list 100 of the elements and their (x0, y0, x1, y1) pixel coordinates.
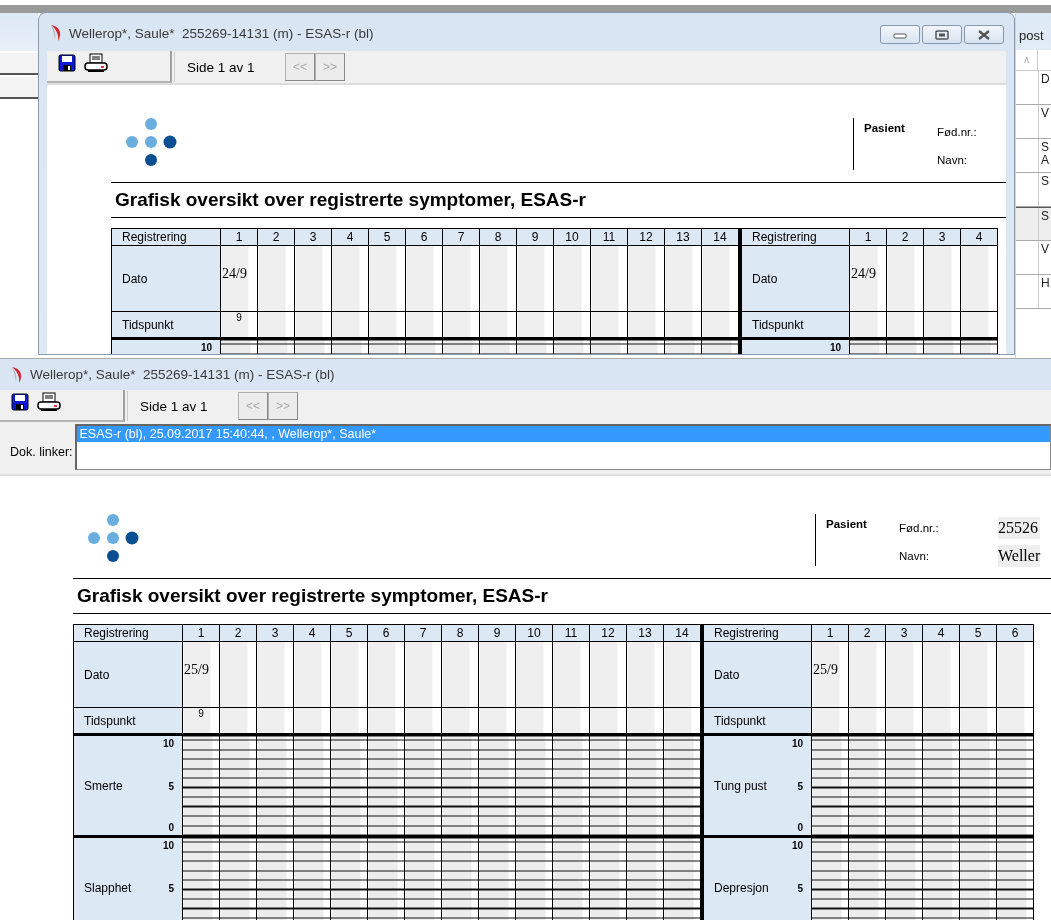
column-header: 1 (849, 228, 887, 246)
field-value: 25526 (998, 517, 1041, 539)
page-indicator: Side 1 av 1 (187, 59, 256, 75)
row-text: S (1041, 141, 1049, 154)
column-header: 7 (442, 228, 480, 246)
row-label: Tidspunkt (111, 311, 221, 339)
column-header: 11 (590, 228, 628, 246)
row-text: V (1041, 107, 1049, 120)
column-header: 3 (923, 228, 961, 246)
table-cell: 25/9 (184, 662, 209, 677)
list-row[interactable]: D (1016, 71, 1051, 105)
column-header: 10 (515, 624, 553, 642)
close-button[interactable] (964, 25, 1004, 44)
table-header-cell: Registrering (702, 624, 812, 642)
list-row[interactable]: S (1016, 207, 1051, 241)
symptom-label: Depresjon (714, 880, 769, 895)
panel-title: post (1016, 13, 1051, 50)
column-header: 9 (478, 624, 516, 642)
list-row[interactable]: S (1016, 173, 1051, 207)
column-header: 6 (367, 624, 405, 642)
scale-label: 0 (168, 823, 174, 833)
list-row[interactable]: H (1016, 275, 1051, 309)
column-header: 8 (479, 228, 517, 246)
table-header-cell: Registrering (73, 624, 183, 642)
panel-header (0, 13, 38, 51)
table-cell: 24/9 (851, 266, 876, 281)
column-header: 9 (516, 228, 554, 246)
symptom-label: Smerte (84, 778, 123, 793)
list-row[interactable] (0, 53, 38, 75)
row-text: H (1041, 277, 1050, 290)
save-icon[interactable] (58, 54, 76, 72)
patient-heading: Pasient (826, 518, 868, 530)
field-label: Navn: (899, 550, 931, 562)
column-header: 5 (959, 624, 997, 642)
list-row[interactable]: V (1016, 105, 1051, 139)
column-header: 2 (219, 624, 257, 642)
table-cell: 9 (198, 708, 204, 719)
column-header: 11 (552, 624, 590, 642)
row-label: Tidspunkt (702, 707, 812, 735)
field-label: Fød.nr.: (937, 126, 978, 138)
field-value: Weller (998, 545, 1041, 567)
column-header: 6 (996, 624, 1034, 642)
column-header: 3 (256, 624, 294, 642)
scale-label: 0 (797, 823, 803, 833)
row-label: Dato (702, 641, 812, 708)
report-title: Grafisk oversikt over registrerte symptomer, ESAS-r (114, 188, 587, 212)
table-cell: 25/9 (813, 662, 838, 677)
row-text: S (1041, 175, 1049, 188)
window-title: Wellerop*, Saule* 255269-14131 (m) - ESAS-r (bl) (69, 25, 374, 41)
column-header: 2 (257, 228, 295, 246)
list-row[interactable] (0, 77, 38, 99)
page-indicator: Side 1 av 1 (140, 398, 209, 414)
column-header: 7 (404, 624, 442, 642)
column-header: 14 (663, 624, 701, 642)
column-header: 12 (589, 624, 627, 642)
table-header-cell: Registrering (740, 228, 850, 246)
maximize-button[interactable] (922, 25, 962, 44)
row-text: D (1041, 73, 1050, 86)
column-header: 13 (664, 228, 702, 246)
scale-label: 10 (200, 343, 212, 353)
list-row[interactable]: V (1016, 241, 1051, 275)
column-header: 6 (405, 228, 443, 246)
sort-indicator: ∧ (1016, 50, 1038, 70)
row-text: A (1041, 154, 1049, 167)
column-header: 3 (885, 624, 923, 642)
column-header: 10 (553, 228, 591, 246)
swoosh-icon (10, 365, 24, 384)
logo-icon (87, 514, 141, 562)
row-label: Dato (740, 245, 850, 312)
scale-label: 5 (797, 884, 803, 894)
column-header: 14 (701, 228, 739, 246)
column-header: 5 (330, 624, 368, 642)
row-label: Dato (73, 641, 183, 708)
scale-label: 5 (797, 782, 803, 792)
list-row[interactable]: S A (1016, 139, 1051, 173)
symptom-label: Tung pust (714, 778, 767, 793)
swoosh-icon (49, 24, 63, 42)
scale-label: 10 (791, 739, 803, 749)
field-label: Fød.nr.: (899, 522, 940, 534)
row-label: Tidspunkt (73, 707, 183, 735)
column-header: 5 (368, 228, 406, 246)
column-header: 1 (182, 624, 220, 642)
save-icon[interactable] (11, 393, 29, 411)
column-header: 4 (331, 228, 369, 246)
column-header: 4 (293, 624, 331, 642)
table-cell: 9 (236, 312, 242, 323)
column-header: 3 (294, 228, 332, 246)
column-header: 4 (960, 228, 998, 246)
row-text: V (1041, 243, 1049, 256)
scale-label: 10 (791, 841, 803, 851)
maximize-icon (935, 29, 949, 40)
printer-icon[interactable] (37, 392, 61, 412)
printer-icon[interactable] (84, 53, 108, 73)
close-icon (977, 29, 991, 40)
scale-label: 10 (162, 739, 174, 749)
row-text: S (1041, 210, 1049, 223)
field-label: Navn: (937, 154, 969, 166)
column-header: 12 (627, 228, 665, 246)
minimize-button[interactable] (880, 25, 920, 44)
scale-label: 10 (162, 841, 174, 851)
